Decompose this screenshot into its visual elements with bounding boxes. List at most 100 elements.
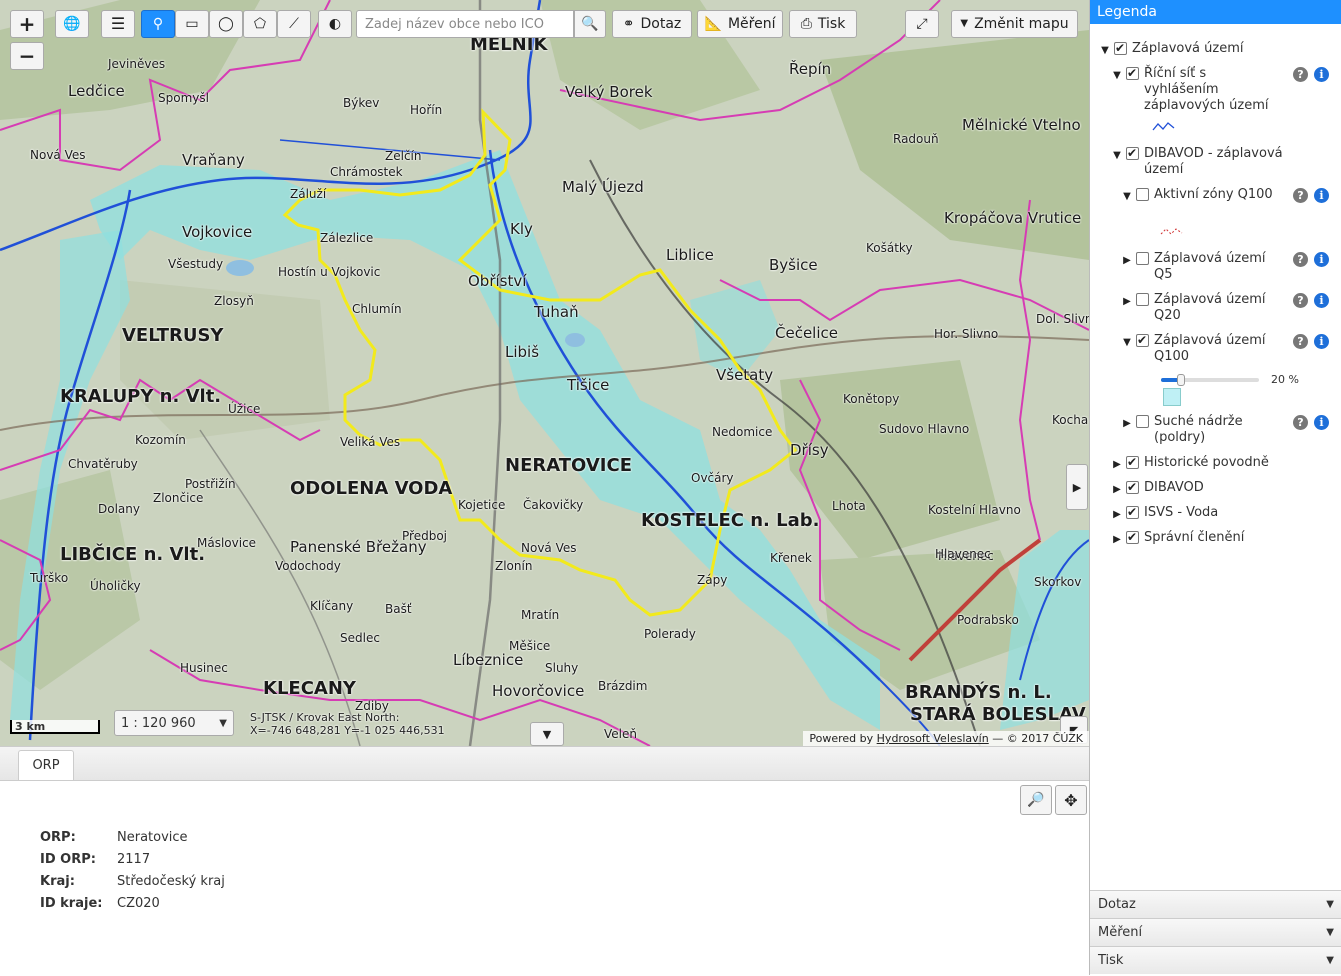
pan-to-feature-button[interactable]: ✥	[1055, 785, 1087, 815]
caret-right-icon[interactable]: ▶	[1112, 482, 1122, 498]
legend-layer-item[interactable]: ▶ Záplavová území Q20	[1122, 292, 1274, 324]
circle-tool-button[interactable]: ◯	[209, 10, 243, 38]
legend-layer-item[interactable]: ▶ Záplavová území Q5	[1122, 251, 1274, 283]
map-place-label: Hovorčovice	[492, 682, 585, 700]
layer-checkbox[interactable]	[1114, 40, 1127, 56]
map-place-label: VELTRUSY	[122, 325, 224, 346]
tisk-button[interactable]: ⎙ Tisk	[789, 10, 857, 38]
layer-checkbox[interactable]	[1136, 252, 1149, 265]
tab-orp[interactable]: ORP	[18, 750, 74, 780]
help-icon[interactable]: ?	[1293, 67, 1308, 82]
binoculars-icon: ⚭	[622, 16, 635, 32]
q100-legend-swatch	[1163, 388, 1181, 406]
move-icon: ✥	[1064, 790, 1078, 810]
map-place-label: Jeviněves	[108, 57, 166, 71]
caret-right-icon[interactable]: ▶	[1122, 294, 1132, 310]
opacity-slider-handle[interactable]	[1176, 374, 1185, 386]
layer-label: Historické povodně	[1144, 455, 1269, 470]
caret-right-icon[interactable]: ▶	[1112, 532, 1122, 548]
map-place-label: Býkev	[343, 96, 380, 110]
zoom-out-button[interactable]: −	[10, 42, 44, 70]
layer-checkbox[interactable]	[1126, 529, 1139, 545]
info-icon[interactable]: i	[1314, 415, 1329, 430]
caret-right-icon[interactable]: ▶	[1112, 507, 1122, 523]
mereni-button[interactable]: 📐 Měření	[697, 10, 783, 38]
accordion-mereni[interactable]: Měření ▼	[1090, 918, 1341, 946]
caret-right-icon[interactable]: ▶	[1112, 457, 1122, 473]
help-icon[interactable]: ?	[1293, 415, 1308, 430]
help-icon[interactable]: ?	[1293, 252, 1308, 267]
caret-down-icon[interactable]: ▼	[1100, 43, 1110, 59]
caret-down-icon[interactable]: ▼	[1122, 189, 1132, 205]
map-canvas[interactable]	[0, 0, 1089, 746]
map-place-label: Zlosyň	[214, 294, 254, 308]
palette-button[interactable]: ◐	[318, 10, 352, 38]
table-row: Kraj: Středočeský kraj	[40, 873, 225, 895]
info-icon[interactable]: i	[1314, 334, 1329, 349]
rectangle-tool-button[interactable]: ▭	[175, 10, 209, 38]
attribution: Powered by Hydrosoft Veleslavín — © 2017…	[803, 731, 1089, 746]
scale-select[interactable]: 1 : 120 960 ▼	[114, 710, 234, 736]
layer-checkbox[interactable]	[1126, 65, 1139, 81]
legend-layer-item[interactable]: ▼ DIBAVOD - záplavová území	[1112, 145, 1304, 178]
search-button[interactable]: 🔍	[574, 10, 606, 38]
layer-checkbox[interactable]	[1126, 454, 1139, 470]
layer-checkbox[interactable]	[1126, 479, 1139, 495]
line-tool-button[interactable]: ⟋	[277, 10, 311, 38]
orp-info-table: ORP: Neratovice ID ORP: 2117 Kraj: Středoče…	[40, 829, 225, 917]
help-icon[interactable]: ?	[1293, 293, 1308, 308]
fullscreen-button[interactable]: ⤢	[905, 10, 939, 38]
accordion-tisk[interactable]: Tisk ▼	[1090, 946, 1341, 974]
layer-checkbox[interactable]	[1136, 188, 1149, 201]
layer-checkbox[interactable]	[1126, 504, 1139, 520]
caret-down-icon[interactable]: ▼	[1112, 148, 1122, 164]
legend-layer-item[interactable]: ▼ Říční síť s vyhlášením záplavových územ…	[1112, 65, 1284, 114]
legend-layer-item[interactable]: ▼ Záplavová území	[1100, 40, 1332, 59]
legend-layer-item[interactable]: ▶ ISVS - Voda	[1112, 504, 1294, 523]
legend-layer-item[interactable]: ▼ Záplavová území Q100	[1122, 332, 1274, 365]
attribution-link[interactable]: Hydrosoft Veleslavín	[877, 732, 989, 745]
map-place-label: Polerady	[644, 627, 696, 641]
map-place-label: Veleň	[604, 727, 637, 741]
legend-layer-item[interactable]: ▶ Správní členění	[1112, 529, 1294, 548]
change-map-button[interactable]: ▼ Změnit mapu	[951, 10, 1078, 38]
help-icon[interactable]: ?	[1293, 188, 1308, 203]
caret-right-icon[interactable]: ▶	[1122, 253, 1132, 269]
caret-down-icon[interactable]: ▼	[1112, 68, 1122, 84]
layer-checkbox[interactable]	[1126, 145, 1139, 161]
map-view[interactable]: MĚLNÍK Velký Borek Řepín Mělnické Vtelno Spo…	[0, 0, 1089, 746]
map-place-label: Sedlec	[340, 631, 380, 645]
legend-layer-item[interactable]: ▶ DIBAVOD	[1112, 479, 1294, 498]
zoom-search-icon: 🔎	[1027, 792, 1045, 808]
accordion-dotaz[interactable]: Dotaz ▼	[1090, 890, 1341, 918]
globe-button[interactable]: 🌐	[55, 10, 89, 38]
dotaz-button[interactable]: ⚭ Dotaz	[612, 10, 692, 38]
expand-bottom-panel-button[interactable]: ▼	[530, 722, 564, 746]
line-icon: ⟋	[289, 16, 299, 32]
info-icon[interactable]: i	[1314, 252, 1329, 267]
layer-checkbox[interactable]	[1136, 332, 1149, 348]
point-tool-button[interactable]: ⚲	[141, 10, 175, 38]
collapse-sidebar-button[interactable]: ▶	[1066, 464, 1088, 510]
zoom-to-feature-button[interactable]: 🔎	[1020, 785, 1052, 815]
map-place-label: Nedomice	[712, 425, 773, 439]
layer-checkbox[interactable]	[1136, 415, 1149, 428]
legend-layer-item[interactable]: ▶ Suché nádrže (poldry)	[1122, 414, 1274, 446]
map-place-label: Sudovo Hlavno	[879, 422, 970, 436]
caret-right-icon[interactable]: ▶	[1122, 416, 1132, 432]
mereni-label: Měření	[727, 16, 776, 32]
search-input[interactable]	[356, 10, 574, 38]
layer-checkbox[interactable]	[1136, 293, 1149, 306]
info-icon[interactable]: i	[1314, 67, 1329, 82]
menu-button[interactable]: ☰	[101, 10, 135, 38]
info-icon[interactable]: i	[1314, 293, 1329, 308]
caret-down-icon[interactable]: ▼	[1122, 335, 1132, 351]
opacity-slider[interactable]	[1161, 374, 1259, 386]
map-place-label: Kozomín	[135, 433, 186, 447]
info-icon[interactable]: i	[1314, 188, 1329, 203]
zoom-in-button[interactable]: +	[10, 10, 44, 38]
polygon-tool-button[interactable]: ⬠	[243, 10, 277, 38]
legend-layer-item[interactable]: ▼ Aktivní zóny Q100	[1122, 187, 1274, 205]
legend-layer-item[interactable]: ▶ Historické povodně	[1112, 454, 1294, 473]
help-icon[interactable]: ?	[1293, 334, 1308, 349]
